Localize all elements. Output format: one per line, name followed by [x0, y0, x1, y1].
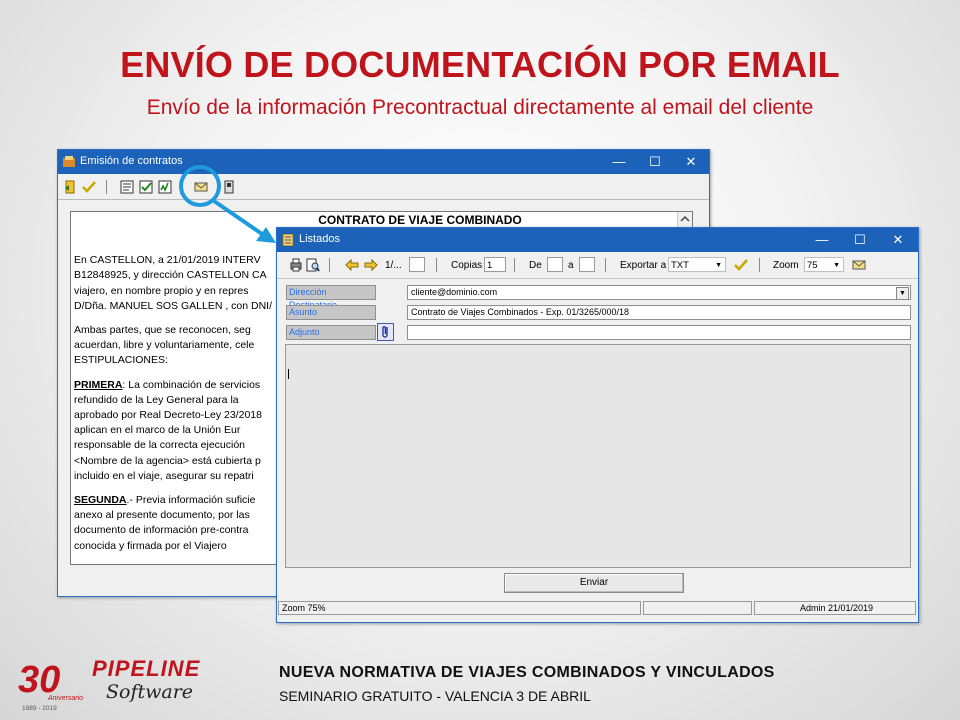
copies-label: Copias [451, 260, 483, 271]
recipient-input[interactable]: cliente@dominio.com ▼ [407, 285, 911, 300]
attach-file-button[interactable] [377, 323, 394, 341]
zoom-select[interactable]: 75 ▼ [804, 257, 844, 272]
toolbar-separator [180, 180, 181, 194]
doc-line: acuerdan, libre y voluntariamente, cele [74, 339, 255, 352]
toolbar-divider [277, 278, 918, 279]
clause-label: SEGUNDA [74, 494, 127, 507]
footer-headline: NUEVA NORMATIVA DE VIAJES COMBINADOS Y V… [279, 664, 775, 681]
dropdown-arrow-icon: ▼ [833, 262, 840, 269]
listings-toolbar: 1/... Copias 1 De a Exportar a TXT ▼ Zoo… [277, 253, 918, 277]
exit-icon[interactable] [222, 180, 236, 194]
doc-line: .- Previa información suficie [126, 494, 256, 507]
listings-window: Listados — ☐ ✕ 1/... Copias 1 De a Expor… [276, 227, 919, 623]
accept-check-icon[interactable] [82, 180, 96, 194]
copies-input[interactable]: 1 [484, 257, 506, 272]
minimize-button[interactable]: — [601, 150, 637, 174]
paperclip-icon [382, 326, 388, 338]
minimize-button[interactable]: — [804, 228, 840, 252]
export-label: Exportar a [620, 260, 667, 271]
page-input[interactable] [409, 257, 425, 272]
attachment-input[interactable] [407, 325, 911, 340]
maximize-button[interactable]: ☐ [842, 228, 878, 252]
recipient-value: cliente@dominio.com [411, 287, 498, 297]
toolbar-separator [329, 258, 330, 272]
attachment-label: Adjunto [286, 325, 376, 340]
doc-line: : La combinación de servicios [122, 378, 261, 391]
list-icon [282, 234, 294, 246]
toolbar-separator [106, 180, 107, 194]
logo-anniversary: Aniversario [47, 695, 83, 702]
doc-line: En CASTELLON, a 21/01/2019 INTERV [74, 254, 261, 267]
toolbar-separator [514, 258, 515, 272]
scroll-up-icon[interactable] [680, 215, 690, 223]
status-user-date: Admin 21/01/2019 [754, 601, 916, 615]
footer-subline: SEMINARIO GRATUITO - VALENCIA 3 DE ABRIL [279, 688, 591, 704]
toolbar-separator [605, 258, 606, 272]
close-button[interactable]: ✕ [673, 150, 709, 174]
close-button[interactable]: ✕ [880, 228, 916, 252]
subject-label: Asunto [286, 305, 376, 320]
doc-line: viajero, en nombre propio y en repres [74, 284, 249, 297]
send-email-icon[interactable] [852, 258, 866, 272]
maximize-button[interactable]: ☐ [637, 150, 673, 174]
doc-line: refundido de la Ley General para la [74, 393, 239, 406]
toolbar-separator [759, 258, 760, 272]
doc-line: aprobado por Real Decreto-Ley 23/2018 [74, 409, 262, 422]
logo-sub: Software [106, 681, 193, 703]
from-page-input[interactable] [547, 257, 563, 272]
listings-titlebar[interactable]: Listados — ☐ ✕ [277, 228, 918, 252]
doc-line: Ambas partes, que se reconocen, seg [74, 324, 251, 337]
slide-subtitle: Envío de la información Precontractual d… [146, 96, 814, 119]
preview-icon[interactable] [306, 258, 320, 272]
arrow-right-icon[interactable] [364, 258, 378, 272]
page-label: 1/... [385, 260, 402, 271]
contract-heading: CONTRATO DE VIAJE COMBINADO [318, 213, 522, 227]
toolbar-separator [436, 258, 437, 272]
email-body-area[interactable] [285, 344, 911, 568]
send-email-icon[interactable] [194, 180, 208, 194]
window-title: Listados [299, 233, 340, 245]
doc-line: responsable de la correcta ejecución [74, 439, 246, 452]
doc-line: ESTIPULACIONES: [74, 354, 168, 367]
zoom-label: Zoom [773, 260, 799, 271]
doc-line: D/Dña. MANUEL SOS GALLEN , con DNI/ [74, 299, 273, 312]
doc-line: <Nombre de la agencia> está cubierta p [74, 454, 261, 467]
pipeline-logo: 30 PIPELINE Software Aniversario 1989 - … [18, 656, 201, 712]
app-icon [63, 156, 75, 167]
export-format-select[interactable]: TXT ▼ [668, 257, 726, 272]
subject-input[interactable]: Contrato de Viajes Combinados - Exp. 01/… [407, 305, 911, 320]
status-middle [643, 601, 752, 615]
doc-line: incluido en el viaje, asegurar su repatr… [74, 469, 254, 482]
to-page-input[interactable] [579, 257, 595, 272]
text-cursor [288, 369, 289, 379]
export-format-value: TXT [671, 260, 689, 271]
send-button[interactable]: Enviar [504, 573, 684, 593]
accept-check-icon[interactable] [734, 258, 748, 272]
document-check-icon[interactable] [139, 180, 153, 194]
status-zoom: Zoom 75% [278, 601, 641, 615]
print-icon[interactable] [289, 258, 303, 272]
zoom-value: 75 [807, 260, 818, 271]
document-icon[interactable] [120, 180, 134, 194]
doc-line: conocida y firmada por el Viajero [74, 539, 227, 552]
logo-years: 1989 - 2019 [22, 705, 57, 712]
to-page-label: a [568, 260, 574, 271]
dropdown-arrow-icon: ▼ [715, 262, 722, 269]
contracts-toolbar [58, 175, 709, 200]
logo-brand: PIPELINE [92, 656, 201, 681]
dropdown-arrow-icon[interactable]: ▼ [896, 287, 909, 300]
window-title: Emisión de contratos [80, 155, 183, 167]
doc-line: anexo al presente documento, por las [74, 509, 250, 522]
slide-title: ENVÍO DE DOCUMENTACIÓN POR EMAIL [120, 44, 840, 85]
doc-line: aplican en el marco de la Unión Eur [74, 424, 241, 437]
doc-line: B12848925, y dirección CASTELLON CA [74, 269, 267, 282]
document-edit-icon[interactable] [158, 180, 172, 194]
arrow-left-icon[interactable] [345, 258, 359, 272]
doc-line: documento de información pre-contra [74, 524, 249, 537]
exit-door-icon[interactable] [64, 180, 78, 194]
recipient-label: Dirección Destinatario [286, 285, 376, 310]
from-page-label: De [529, 260, 542, 271]
clause-label: PRIMERA [74, 378, 123, 391]
contracts-titlebar[interactable]: Emisión de contratos — ☐ ✕ [58, 150, 709, 174]
